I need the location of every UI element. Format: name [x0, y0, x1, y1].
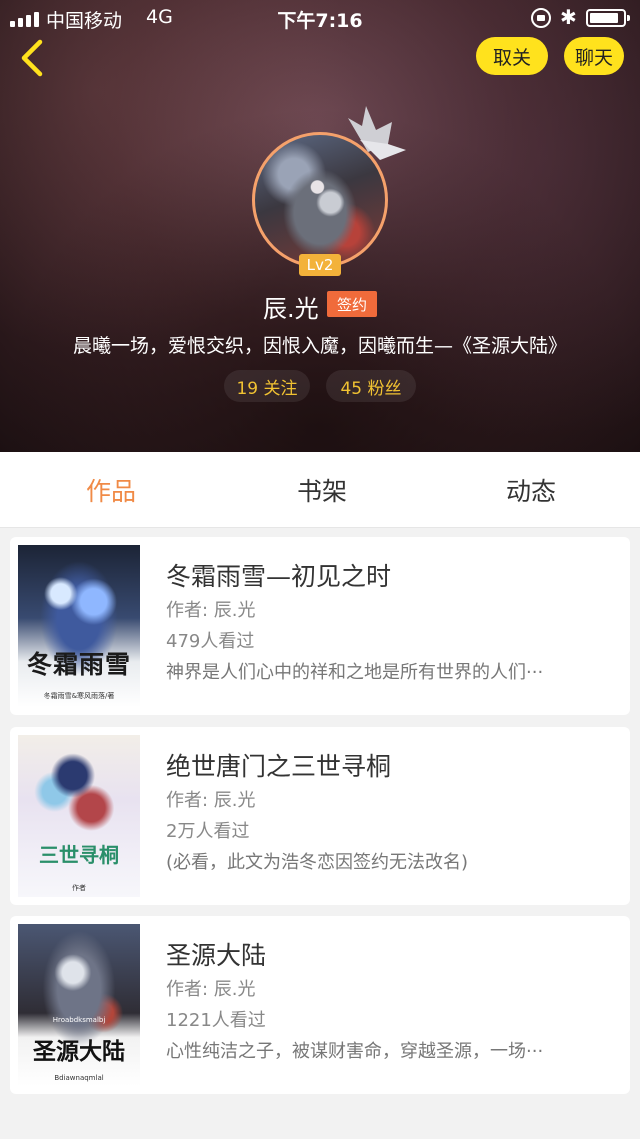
book-views: 479人看过 [166, 631, 255, 652]
book-views: 1221人看过 [166, 1010, 266, 1031]
book-views: 2万人看过 [166, 821, 250, 842]
profile-bio: 晨曦一场，爱恨交织，因恨入魔，因曦而生—《圣源大陆》 [72, 335, 567, 357]
chevron-left-icon [21, 39, 43, 77]
book-cover[interactable]: Hroabdksmalbj 圣源大陆 Bdiawnaqmlal [18, 924, 140, 1086]
cover-footer: Bdiawnaqmlal [54, 1074, 104, 1082]
tab-activity[interactable]: 动态 [506, 472, 556, 508]
cover-subtitle: 冬霜雨雪&寒风雨落/著 [43, 692, 115, 700]
book-title: 圣源大陆 [166, 941, 267, 970]
unfollow-button[interactable]: 取关 [476, 37, 548, 75]
fans-count[interactable]: 45 粉丝 [326, 370, 416, 402]
book-card[interactable]: Hroabdksmalbj 圣源大陆 Bdiawnaqmlal 圣源大陆 作者:… [10, 916, 630, 1094]
book-card[interactable]: 三世寻桐 作者 绝世唐门之三世寻桐 作者: 辰.光 2万人看过 (必看，此文为浩… [10, 727, 630, 905]
tab-bookshelf[interactable]: 书架 [297, 472, 347, 508]
back-button[interactable] [14, 38, 54, 78]
book-card[interactable]: 冬霜雨雪 冬霜雨雪&寒风雨落/著 冬霜雨雪—初见之时 作者: 辰.光 479人看… [10, 537, 630, 715]
cover-title: 冬霜雨雪 [26, 650, 131, 679]
book-author: 作者: 辰.光 [166, 790, 256, 811]
following-count[interactable]: 19 关注 [224, 370, 310, 402]
book-description: 神界是人们心中的祥和之地是所有世界的人们··· [166, 662, 544, 683]
bluetooth-icon: ✱ [560, 5, 577, 29]
avatar[interactable] [252, 132, 388, 268]
battery-icon [586, 9, 630, 27]
cover-subtitle: Hroabdksmalbj [52, 1016, 106, 1024]
rotation-lock-icon [531, 8, 551, 28]
book-title: 冬霜雨雪—初见之时 [166, 562, 392, 591]
book-cover[interactable]: 三世寻桐 作者 [18, 735, 140, 897]
cover-subtitle: 作者 [72, 884, 86, 892]
chat-button[interactable]: 聊天 [564, 37, 624, 75]
status-bar: 中国移动 4G 下午7:16 ✱ [0, 0, 640, 36]
cover-title: 三世寻桐 [39, 843, 119, 867]
book-title: 绝世唐门之三世寻桐 [166, 752, 392, 781]
profile-tabs: 作品 书架 动态 [0, 452, 640, 528]
book-description: 心性纯洁之子，被谋财害命，穿越圣源，一场··· [166, 1041, 544, 1062]
profile-header: 中国移动 4G 下午7:16 ✱ 取关 聊天 Lv2 辰.光 签约 晨曦一场，爱… [0, 0, 640, 452]
book-cover[interactable]: 冬霜雨雪 冬霜雨雪&寒风雨落/著 [18, 545, 140, 707]
book-author: 作者: 辰.光 [166, 979, 256, 1000]
book-author: 作者: 辰.光 [166, 600, 256, 621]
level-badge: Lv2 [299, 254, 341, 276]
username: 辰.光 [263, 295, 319, 323]
cover-title: 圣源大陆 [33, 1038, 125, 1065]
tab-works[interactable]: 作品 [86, 472, 136, 508]
book-description: (必看，此文为浩冬恋因签约无法改名) [166, 852, 469, 873]
signed-badge: 签约 [327, 291, 377, 317]
